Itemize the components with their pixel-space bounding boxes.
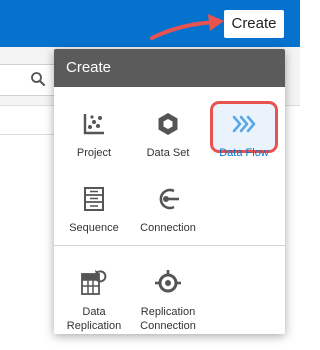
menu-item-data-flow[interactable]: Data Flow [208,110,280,160]
menu-item-label-line2: Replication [66,320,122,332]
search-icon [31,72,45,86]
menu-item-label: Data Flow [219,147,269,159]
menu-item-label: Replication Connection [132,305,204,333]
menu-item-label-line2: Connection [140,320,196,332]
menu-item-project[interactable]: Project [58,110,130,160]
menu-item-connection[interactable]: Connection [132,185,204,235]
menu-item-label-line1: Data [82,306,106,318]
menu-item-label: Connection [140,222,196,234]
hexagon-icon [158,113,178,135]
create-button[interactable]: Create [224,10,284,38]
menu-item-label: Sequence [69,222,119,234]
create-menu-title: Create [54,49,285,87]
create-menu: Create Project Data Set Data Flow Sequen… [54,49,285,334]
chevrons-right-icon [232,115,256,133]
menu-item-label: Data Replication [58,305,130,333]
content-divider [0,134,60,135]
menu-item-label: Project [76,147,112,159]
menu-item-data-replication[interactable]: Data Replication [58,269,130,333]
search-field[interactable] [0,64,59,96]
target-icon [155,270,181,293]
sequence-icon [84,187,104,211]
menu-item-label: Data Set [146,147,190,159]
grid-refresh-icon [81,270,107,295]
project-icon [83,114,104,135]
menu-item-sequence[interactable]: Sequence [58,185,130,235]
annotation-arrow-icon [150,14,224,40]
menu-item-replication-connection[interactable]: Replication Connection [132,269,204,333]
menu-item-label-line1: Replication [140,306,196,318]
menu-item-data-set[interactable]: Data Set [132,110,204,160]
plug-icon [159,188,179,210]
menu-divider [54,245,285,246]
